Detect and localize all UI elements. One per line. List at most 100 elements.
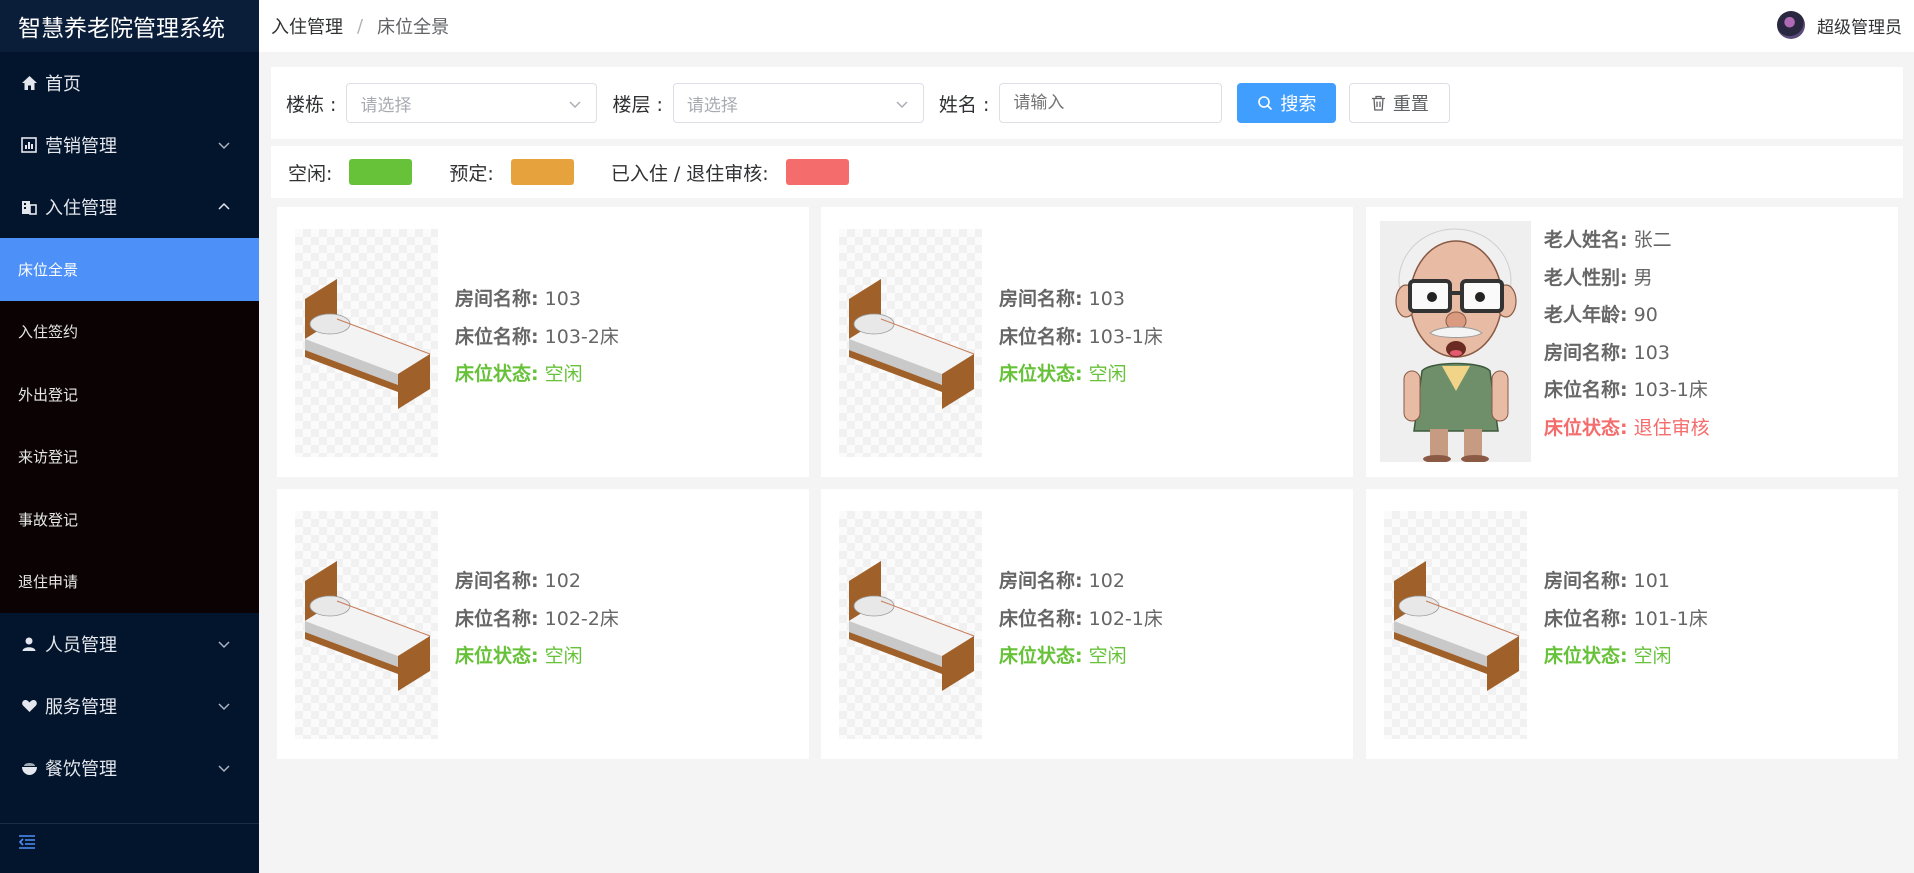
chevron-down-icon: [569, 101, 581, 108]
avatar[interactable]: [1777, 11, 1805, 39]
sidebar-item-checkin[interactable]: 入住管理: [0, 176, 259, 238]
room-row: 房间名称: 101: [1544, 563, 1708, 601]
status-key: 床位状态:: [1544, 645, 1628, 667]
sidebar-item-personnel[interactable]: 人员管理: [0, 613, 259, 675]
bed-value: 103-1床: [1088, 325, 1163, 348]
floor-select[interactable]: 请选择: [672, 83, 924, 123]
room-key: 房间名称:: [999, 570, 1083, 592]
bed-info: 房间名称: 103 床位名称: 103-1床 床位状态: 空闲: [999, 281, 1163, 394]
bed-key: 床位名称:: [999, 607, 1083, 630]
bed-row: 床位名称: 103-2床: [455, 319, 619, 357]
bed-key: 床位名称:: [1544, 379, 1628, 401]
room-value: 103: [1088, 288, 1125, 310]
status-legend: 空闲: 预定: 已入住 / 退住审核:: [271, 146, 1903, 198]
bed-icon: [295, 229, 438, 457]
bed-info: 房间名称: 101 床位名称: 101-1床 床位状态: 空闲: [1544, 563, 1708, 676]
heart-hand-icon: [20, 697, 38, 715]
chevron-down-icon: [218, 641, 230, 649]
user-icon: [20, 635, 38, 653]
collapse-menu-icon[interactable]: [18, 834, 36, 854]
bed-card[interactable]: 房间名称: 103 床位名称: 103-2床 床位状态: 空闲: [277, 207, 809, 477]
app-title: 智慧养老院管理系统: [0, 0, 259, 52]
elder-gender-key: 老人性别:: [1544, 266, 1628, 289]
room-row: 房间名称: 102: [999, 563, 1163, 601]
status-value: 空闲: [544, 363, 583, 385]
room-key: 房间名称:: [1544, 570, 1628, 592]
sidebar-item-service[interactable]: 服务管理: [0, 675, 259, 737]
legend-occupied-swatch: [785, 159, 849, 185]
sidebar-item-checkin-contract[interactable]: 入住签约: [0, 301, 259, 364]
bed-key: 床位名称:: [1544, 607, 1628, 630]
sidebar-item-label: 人员管理: [45, 635, 117, 656]
sidebar-item-bed-overview[interactable]: 床位全景: [0, 238, 259, 301]
sidebar-item-label: 首页: [45, 74, 81, 95]
sidebar-item-catering[interactable]: 餐饮管理: [0, 737, 259, 799]
bed-value: 102-2床: [544, 607, 619, 630]
legend-idle-label: 空闲:: [288, 162, 333, 185]
search-button-label: 搜索: [1280, 94, 1317, 115]
top-header: 入住管理 / 床位全景 超级管理员: [259, 0, 1914, 52]
bed-card[interactable]: 房间名称: 101 床位名称: 101-1床 床位状态: 空闲: [1366, 489, 1898, 759]
building-select-placeholder: 请选择: [360, 95, 412, 116]
bowl-icon: [20, 759, 38, 777]
room-row: 房间名称: 103: [1544, 335, 1710, 373]
bed-icon: [295, 511, 438, 739]
bed-card[interactable]: 房间名称: 103 床位名称: 103-1床 床位状态: 空闲: [821, 207, 1353, 477]
floor-label: 楼层 :: [612, 93, 663, 116]
checkin-submenu: 床位全景 入住签约 外出登记 来访登记 事故登记 退住申请: [0, 238, 259, 613]
home-icon: [20, 74, 38, 92]
sidebar-item-visit-register[interactable]: 来访登记: [0, 426, 259, 489]
status-value: 空闲: [1633, 645, 1672, 667]
bed-row: 床位名称: 102-2床: [455, 601, 619, 639]
legend-reserved-label: 预定:: [449, 162, 494, 185]
bed-card-occupied[interactable]: 老人姓名: 张二 老人性别: 男 老人年龄: 90 房间名称: 103 床位名称…: [1366, 207, 1898, 477]
reset-button[interactable]: 重置: [1349, 83, 1451, 123]
elder-avatar: [1380, 221, 1531, 463]
floor-select-placeholder: 请选择: [686, 95, 738, 116]
status-key: 床位状态:: [455, 363, 539, 385]
search-button[interactable]: 搜索: [1237, 83, 1337, 123]
bed-row: 床位名称: 101-1床: [1544, 601, 1708, 639]
building-label: 楼栋 :: [286, 93, 337, 116]
status-row: 床位状态: 空闲: [999, 356, 1163, 394]
building-select[interactable]: 请选择: [346, 83, 598, 123]
user-menu[interactable]: 超级管理员: [1777, 11, 1902, 39]
elder-gender-value: 男: [1633, 266, 1653, 289]
bed-card[interactable]: 房间名称: 102 床位名称: 102-1床 床位状态: 空闲: [821, 489, 1353, 759]
bed-icon: [839, 229, 982, 457]
sidebar: 智慧养老院管理系统 首页 营销管理 入住管理 床位全景 入住签约 外出登记 来访…: [0, 0, 259, 873]
status-key: 床位状态:: [1544, 416, 1628, 439]
status-row: 床位状态: 空闲: [999, 638, 1163, 676]
sidebar-item-label: 入住管理: [45, 198, 117, 219]
room-key: 房间名称:: [1544, 341, 1628, 364]
status-key: 床位状态:: [999, 363, 1083, 385]
sidebar-item-label: 服务管理: [45, 697, 117, 718]
chart-icon: [20, 136, 38, 154]
sidebar-item-marketing[interactable]: 营销管理: [0, 114, 259, 176]
status-row: 床位状态: 空闲: [1544, 638, 1708, 676]
elder-age-row: 老人年龄: 90: [1544, 297, 1710, 335]
room-key: 房间名称:: [455, 570, 539, 592]
room-row: 房间名称: 103: [455, 281, 619, 319]
bed-value: 103-1床: [1633, 379, 1708, 401]
room-value: 102: [544, 570, 581, 592]
bed-key: 床位名称:: [455, 325, 539, 348]
status-value: 空闲: [544, 645, 583, 667]
elder-bed-info: 老人姓名: 张二 老人性别: 男 老人年龄: 90 房间名称: 103 床位名称…: [1544, 222, 1710, 447]
status-row: 床位状态: 空闲: [455, 356, 619, 394]
bed-card[interactable]: 房间名称: 102 床位名称: 102-2床 床位状态: 空闲: [277, 489, 809, 759]
user-name[interactable]: 超级管理员: [1817, 13, 1902, 38]
bed-value: 102-1床: [1088, 607, 1163, 630]
sidebar-item-checkout-request[interactable]: 退住申请: [0, 551, 259, 614]
sidebar-item-accident-register[interactable]: 事故登记: [0, 488, 259, 551]
filter-panel: 楼栋 : 请选择 楼层 : 请选择 姓名 : 搜索 重置: [271, 67, 1903, 139]
status-value: 退住审核: [1633, 416, 1710, 439]
sidebar-item-outing-register[interactable]: 外出登记: [0, 363, 259, 426]
bed-icon: [839, 511, 982, 739]
sidebar-item-home[interactable]: 首页: [0, 52, 259, 114]
chevron-down-icon: [896, 101, 908, 108]
name-input[interactable]: [999, 83, 1223, 123]
status-row: 床位状态: 空闲: [455, 638, 619, 676]
chevron-down-icon: [218, 142, 230, 150]
breadcrumb-item-checkin[interactable]: 入住管理: [271, 13, 343, 39]
